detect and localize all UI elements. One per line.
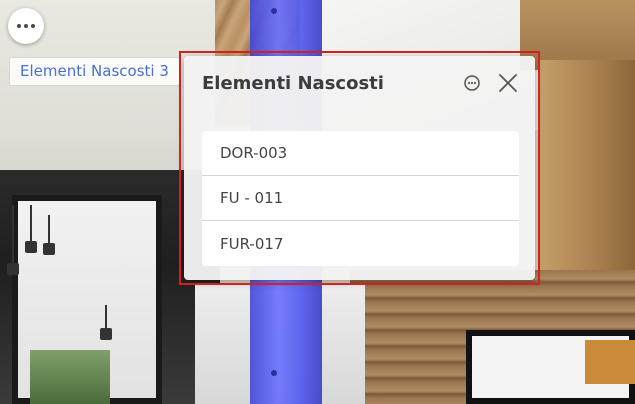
wood-beam-right: [540, 60, 635, 290]
hidden-elements-list: DOR-003 FU - 011 FUR-017: [202, 131, 519, 266]
more-circle-icon: [464, 75, 480, 91]
more-options-button[interactable]: [8, 8, 44, 44]
list-item[interactable]: DOR-003: [202, 131, 519, 176]
pendant-lamp: [7, 205, 19, 275]
hidden-elements-chip[interactable]: Elementi Nascosti 3: [9, 57, 180, 86]
close-icon: [499, 74, 517, 92]
close-button[interactable]: [497, 72, 519, 94]
pendant-lamp: [25, 205, 37, 253]
orange-object: [585, 340, 635, 384]
window-view: [30, 350, 110, 404]
hidden-elements-panel: Elementi Nascosti DOR-003 FU - 011 FUR-0…: [184, 56, 535, 280]
pendant-lamp: [100, 305, 112, 340]
list-item[interactable]: FU - 011: [202, 176, 519, 221]
column-marker: [271, 370, 277, 376]
panel-title: Elementi Nascosti: [202, 73, 384, 94]
list-item[interactable]: FUR-017: [202, 221, 519, 266]
more-horizontal-icon: [17, 24, 35, 28]
column-marker: [271, 8, 277, 14]
panel-menu-button[interactable]: [463, 74, 481, 92]
pendant-lamp: [43, 215, 55, 255]
